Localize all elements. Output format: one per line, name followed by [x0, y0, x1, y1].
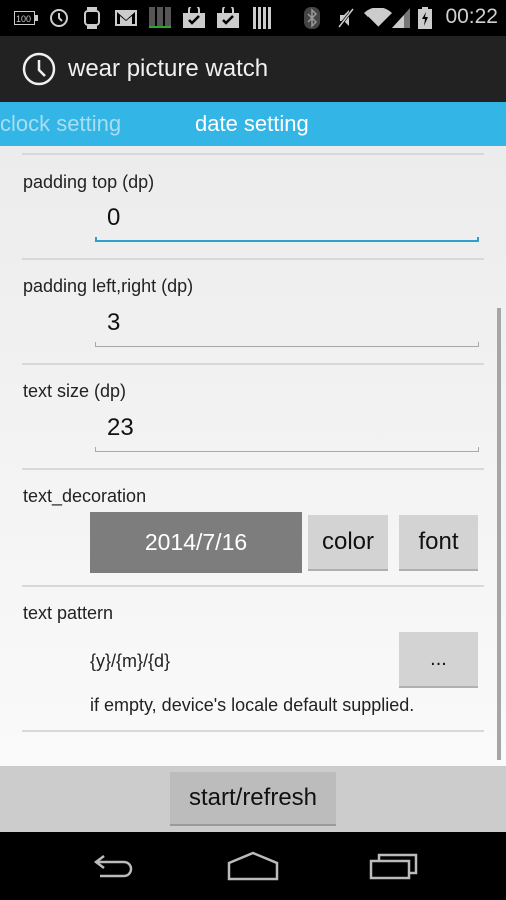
padding-left-right-label: padding left,right (dp)	[23, 276, 194, 296]
mute-icon	[336, 7, 356, 29]
tab-date-setting[interactable]: date setting	[195, 111, 309, 137]
color-button[interactable]: color	[308, 515, 388, 571]
padding-left-right-value: 3	[107, 309, 121, 336]
scrollbar[interactable]	[497, 308, 501, 760]
back-icon[interactable]	[82, 850, 142, 882]
signal-icon	[392, 8, 410, 28]
padding-left-right-input[interactable]: 3	[95, 307, 479, 347]
padding-top-input[interactable]: 0	[95, 202, 479, 242]
font-button[interactable]: font	[399, 515, 478, 571]
start-refresh-button[interactable]: start/refresh	[170, 772, 336, 826]
store-check-icon	[216, 7, 240, 28]
battery-100-notification-icon: 100	[14, 8, 38, 28]
divider	[22, 468, 484, 470]
divider	[22, 258, 484, 260]
watch-icon	[82, 7, 102, 29]
home-icon[interactable]	[223, 850, 283, 882]
padding-top-label: padding top (dp)	[23, 172, 155, 192]
wifi-icon	[364, 8, 392, 28]
status-bar: 100 00:22	[0, 0, 506, 36]
pattern-more-button[interactable]: ...	[399, 632, 478, 688]
clock-icon	[22, 52, 56, 86]
text-pattern-label: text pattern	[23, 603, 114, 623]
bluetooth-icon	[302, 7, 322, 29]
divider	[22, 153, 484, 155]
action-bar: wear picture watch	[0, 36, 506, 102]
clock-icon	[48, 8, 70, 28]
bars-green-icon	[148, 7, 172, 28]
divider	[22, 363, 484, 365]
store-check-icon	[182, 7, 206, 28]
settings-scroll-area: padding top (dp) 0 padding left,right (d…	[0, 146, 506, 766]
text-decoration-label: text_decoration	[23, 486, 147, 506]
divider	[22, 585, 484, 587]
text-size-label: text size (dp)	[23, 381, 127, 401]
tab-bar: clock setting date setting	[0, 102, 506, 146]
text-size-value: 23	[107, 414, 134, 441]
divider	[22, 730, 484, 732]
status-time: 00:22	[445, 5, 498, 28]
bottom-bar: start/refresh	[0, 766, 506, 832]
app-title: wear picture watch	[68, 55, 269, 82]
text-pattern-hint: if empty, device's locale default suppli…	[90, 695, 415, 715]
gmail-icon	[114, 8, 138, 28]
battery-charging-icon	[418, 7, 432, 29]
date-preview: 2014/7/16	[90, 512, 302, 573]
recent-apps-icon[interactable]	[364, 850, 424, 882]
text-size-input[interactable]: 23	[95, 412, 479, 452]
padding-top-value: 0	[107, 204, 121, 231]
barcode-icon	[252, 7, 272, 29]
svg-text:100: 100	[16, 14, 31, 24]
text-pattern-value[interactable]: {y}/{m}/{d}	[90, 651, 170, 672]
navigation-bar	[0, 832, 506, 900]
tab-clock-setting[interactable]: clock setting	[0, 111, 121, 137]
